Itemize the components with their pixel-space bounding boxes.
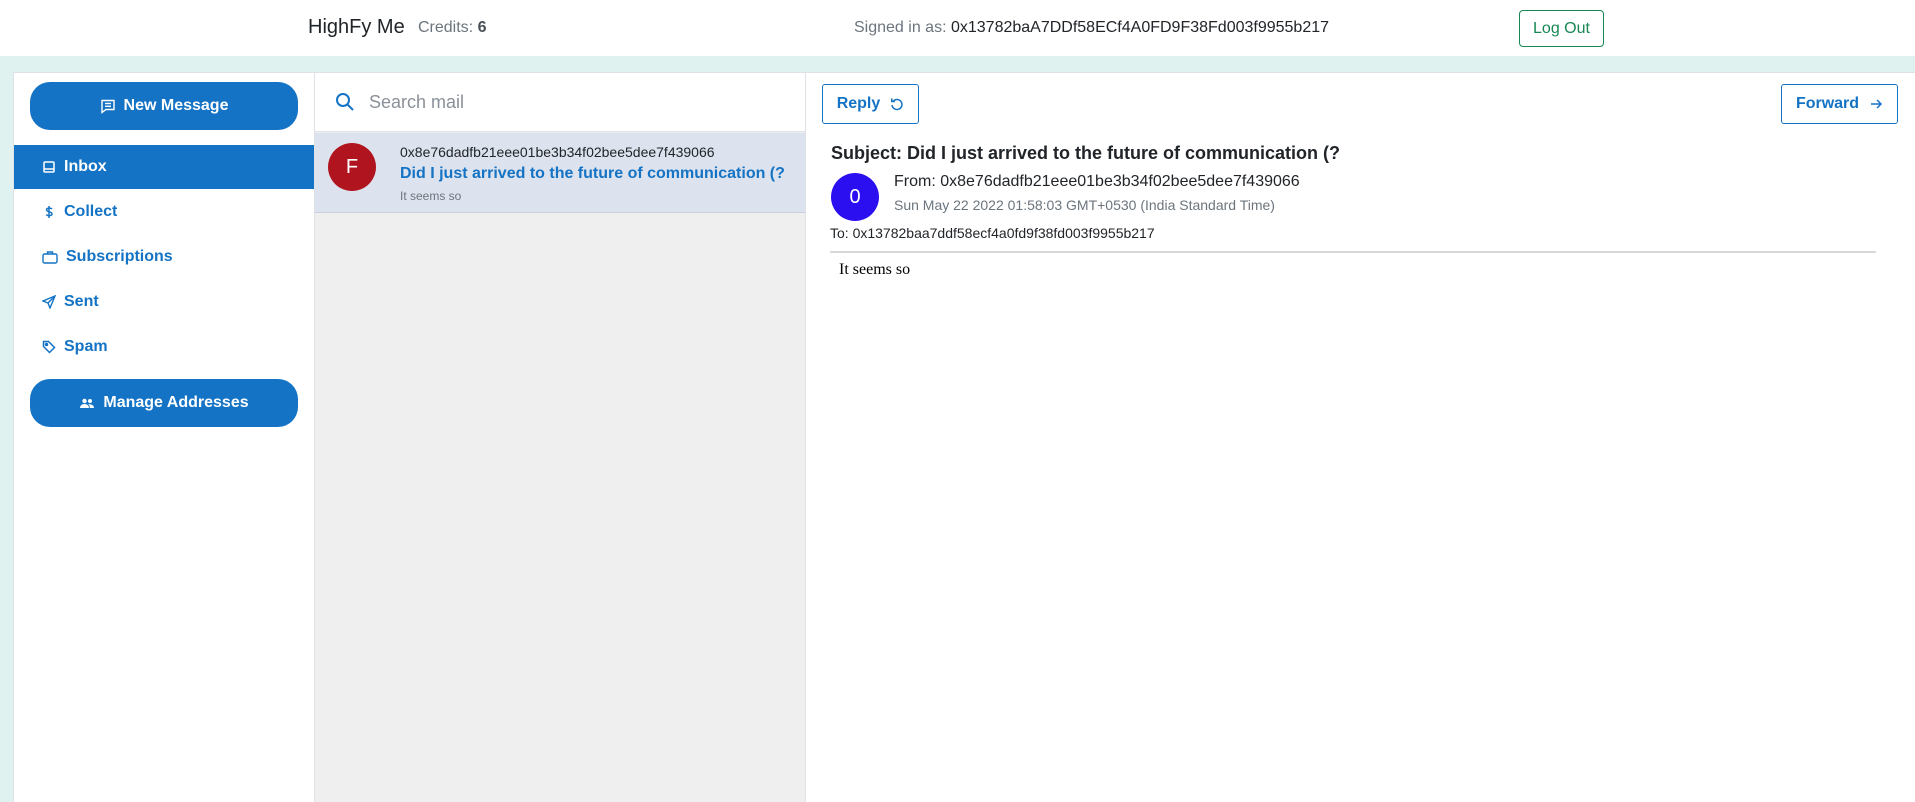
arrow-right-icon [1871, 99, 1883, 109]
mail-item-preview: It seems so [400, 189, 462, 203]
people-icon [80, 398, 95, 408]
message-reader: Reply Forward Subject: Did I just arrive… [806, 73, 1915, 802]
reply-label: Reply [836, 95, 881, 112]
message-date: Sun May 22 2022 01:58:03 GMT+0530 (India… [894, 197, 1275, 213]
sidebar-item-label: Sent [64, 293, 99, 310]
manage-addresses-button[interactable]: Manage Addresses [30, 379, 298, 427]
credits-display: Credits: 6 [418, 19, 486, 37]
sidebar-item-label: Subscriptions [66, 248, 173, 265]
logout-button[interactable]: Log Out [1519, 10, 1604, 47]
message-divider [830, 251, 1876, 253]
tag-icon [42, 340, 56, 354]
message-avatar: 0 [831, 173, 879, 221]
manage-addresses-label: Manage Addresses [103, 394, 249, 411]
message-to: To: 0x13782baa7ddf58ecf4a0fd9f38fd003f99… [830, 225, 1155, 241]
sidebar-item-subscriptions[interactable]: Subscriptions [14, 235, 314, 279]
reply-icon [891, 98, 903, 111]
new-message-label: New Message [123, 97, 229, 114]
mail-item-from: 0x8e76dadfb21eee01be3b34f02bee5dee7f4390… [400, 144, 715, 160]
credits-value: 6 [477, 19, 487, 36]
message-from: From: 0x8e76dadfb21eee01be3b34f02bee5dee… [894, 173, 1300, 190]
sender-avatar: F [328, 143, 376, 191]
credits-label: Credits: [418, 19, 474, 36]
reply-button[interactable]: Reply [822, 84, 919, 124]
mail-list-item[interactable]: F 0x8e76dadfb21eee01be3b34f02bee5dee7f43… [315, 133, 805, 213]
sidebar-item-spam[interactable]: Spam [14, 325, 314, 369]
main-panel: New Message Inbox Collect Subscriptions [13, 72, 1915, 802]
sidebar-item-label: Spam [64, 338, 108, 355]
search-input[interactable] [369, 85, 789, 119]
briefcase-icon [42, 251, 58, 264]
signed-in-info: Signed in as: 0x13782baA7DDf58ECf4A0FD9F… [854, 19, 1329, 37]
sidebar-item-collect[interactable]: Collect [14, 190, 314, 234]
inbox-icon [43, 161, 55, 173]
forward-button[interactable]: Forward [1781, 84, 1898, 124]
sidebar-item-label: Collect [64, 203, 118, 220]
search-icon[interactable] [335, 92, 355, 112]
sidebar-item-label: Inbox [64, 158, 107, 175]
sidebar-item-inbox[interactable]: Inbox [14, 145, 314, 189]
message-subject: Subject: Did I just arrived to the futur… [831, 143, 1341, 163]
sidebar-item-sent[interactable]: Sent [14, 280, 314, 324]
mail-item-subject: Did I just arrived to the future of comm… [400, 165, 785, 182]
message-icon [100, 99, 115, 114]
signed-in-address: 0x13782baA7DDf58ECf4A0FD9F38Fd003f9955b2… [950, 19, 1330, 36]
send-icon [42, 295, 56, 309]
new-message-button[interactable]: New Message [30, 82, 298, 130]
sidebar: New Message Inbox Collect Subscriptions [14, 73, 314, 802]
dollar-icon [45, 206, 53, 218]
message-body: It seems so [839, 261, 911, 278]
search-bar [315, 73, 805, 132]
mail-list-panel: F 0x8e76dadfb21eee01be3b34f02bee5dee7f43… [314, 73, 806, 802]
top-bar: HighFy Me Credits: 6 Signed in as: 0x137… [0, 0, 1915, 56]
forward-label: Forward [1795, 95, 1860, 112]
signed-in-label: Signed in as: [854, 19, 947, 36]
brand-title: HighFy Me [308, 16, 405, 38]
